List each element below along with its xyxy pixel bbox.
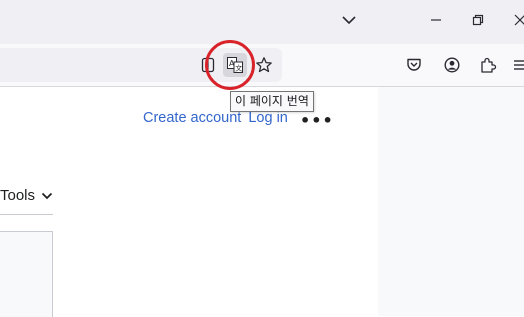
- tools-menu-label[interactable]: Tools: [0, 187, 35, 204]
- create-account-link[interactable]: Create account: [143, 110, 241, 126]
- restore-icon[interactable]: [468, 10, 488, 30]
- divider: [0, 214, 53, 215]
- page-content: Create account Log in ••• Tools: [0, 87, 524, 317]
- navigation-toolbar: A 文: [0, 44, 524, 87]
- more-options-button[interactable]: •••: [300, 111, 334, 130]
- side-panel: [0, 231, 53, 317]
- user-links: Create account Log in: [143, 110, 295, 126]
- minimize-icon[interactable]: [426, 10, 446, 30]
- close-icon[interactable]: [510, 10, 524, 30]
- log-in-link[interactable]: Log in: [248, 110, 288, 126]
- menu-icon[interactable]: [512, 56, 524, 74]
- chevron-down-icon[interactable]: [41, 191, 53, 201]
- highlight-circle: [205, 40, 255, 90]
- bookmark-star-icon[interactable]: [254, 55, 274, 75]
- pocket-icon[interactable]: [405, 56, 423, 74]
- right-sidebar: [378, 87, 524, 316]
- title-bar: [0, 0, 524, 44]
- extensions-icon[interactable]: [478, 55, 498, 75]
- tab-list-chevron-icon[interactable]: [342, 15, 356, 25]
- account-icon[interactable]: [443, 56, 461, 74]
- translate-tooltip: 이 페이지 번역: [230, 91, 314, 112]
